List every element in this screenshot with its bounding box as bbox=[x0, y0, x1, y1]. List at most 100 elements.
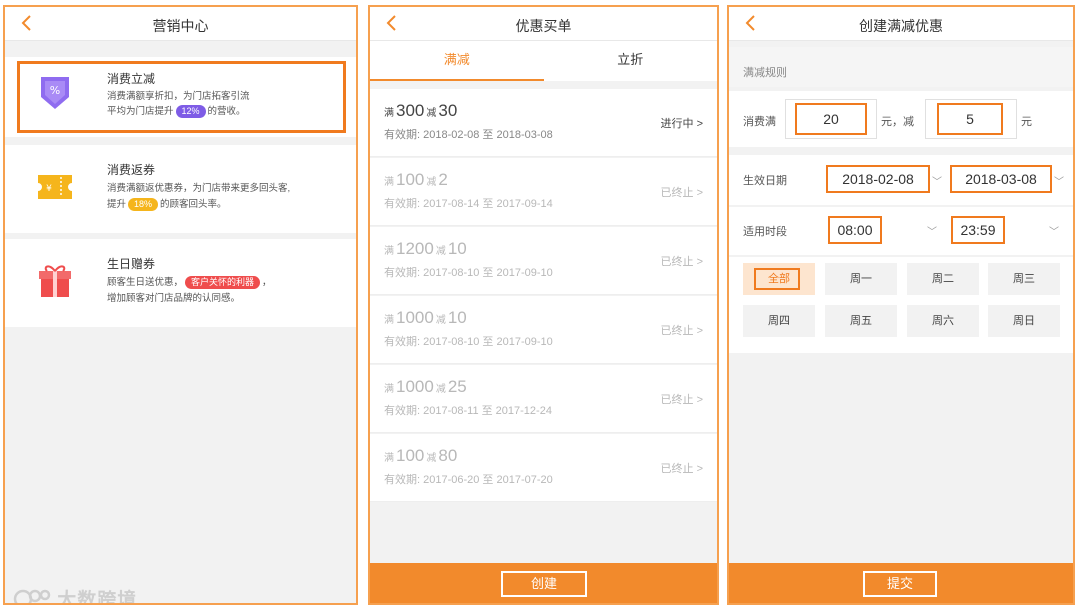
rule-row: 消费满 20 元，减 5 元 bbox=[729, 91, 1073, 147]
card-title: 生日赠券 bbox=[107, 257, 156, 271]
day-tue-chip[interactable]: 周二 bbox=[907, 263, 979, 295]
coupon-validity: 有效期: 2017-08-10 至 2017-09-10 bbox=[384, 336, 553, 348]
card-desc-line1: 顾客生日送优惠， 客户关怀的利器， bbox=[107, 275, 272, 290]
page-title: 优惠买单 bbox=[515, 18, 572, 34]
day-wed-chip[interactable]: 周三 bbox=[988, 263, 1060, 295]
tab-direct-discount[interactable]: 立折 bbox=[544, 41, 718, 81]
card-desc-line2: 提升 18% 的顾客回头率。 bbox=[107, 197, 227, 212]
date-row: 生效日期 2018-02-08 ﹀ 2018-03-08 ﹀ bbox=[729, 155, 1073, 205]
chevron-down-icon: ﹀ bbox=[927, 227, 937, 238]
desc-text: 顾客生日送优惠， bbox=[107, 277, 184, 288]
highlight-frame bbox=[17, 61, 346, 133]
card-consume-coupon[interactable]: ¥ 消费返券 消费满额返优惠券，为门店带来更多回头客, 提升 18% 的顾客回头率。 bbox=[5, 145, 356, 233]
nav-bar: 优惠买单 bbox=[370, 7, 717, 41]
rule-minus-amount: 10 bbox=[447, 239, 467, 258]
rule-label: 满 bbox=[384, 177, 394, 188]
coupon-validity: 有效期: 2018-02-08 至 2018-03-08 bbox=[384, 129, 553, 141]
coupon-status: 已终止 > bbox=[660, 325, 703, 337]
coupon-rule: 满 300 减 30 bbox=[384, 101, 459, 121]
coupon-row[interactable]: 满 1000 减 25 有效期: 2017-08-11 至 2017-12-24 已终… bbox=[370, 365, 717, 433]
card-desc-line1: 消费满额返优惠券，为门店带来更多回头客, bbox=[107, 183, 291, 194]
coupon-status: 进行中 > bbox=[660, 118, 703, 130]
watermark-text: 大数跨境 bbox=[57, 590, 138, 605]
create-button[interactable]: 创建 bbox=[501, 571, 587, 597]
day-sat-chip[interactable]: 周六 bbox=[907, 305, 979, 337]
spend-amount-input[interactable]: 20 bbox=[795, 103, 867, 135]
start-time-select[interactable]: 08:00 bbox=[828, 216, 882, 244]
watermark-logo-icon bbox=[13, 589, 51, 603]
page-title: 创建满减优惠 bbox=[859, 18, 943, 34]
nav-bar: 营销中心 bbox=[5, 7, 356, 41]
coupon-rule: 满 1200 减 10 bbox=[384, 239, 469, 259]
coupon-validity: 有效期: 2017-08-11 至 2017-12-24 bbox=[384, 405, 552, 417]
gift-icon bbox=[39, 265, 71, 297]
rule-minus-amount: 25 bbox=[447, 377, 467, 396]
nav-bar: 创建满减优惠 bbox=[729, 7, 1073, 41]
coupon-status: 已终止 > bbox=[660, 394, 703, 406]
rule-minus-amount: 10 bbox=[447, 308, 467, 327]
coupon-rule: 满 100 减 2 bbox=[384, 170, 450, 190]
day-fri-chip[interactable]: 周五 bbox=[825, 305, 897, 337]
unit-label: 元 bbox=[1021, 116, 1032, 128]
rule-full-amount: 100 bbox=[396, 170, 425, 189]
bottom-bar: 提交 bbox=[729, 563, 1073, 603]
coupon-validity: 有效期: 2017-06-20 至 2017-07-20 bbox=[384, 474, 553, 486]
coupon-row[interactable]: 满 1000 减 10 有效期: 2017-08-10 至 2017-09-10 已终… bbox=[370, 296, 717, 364]
rule-label: 满 bbox=[384, 108, 394, 119]
coupon-row[interactable]: 满 300 减 30 有效期: 2018-02-08 至 2018-03-08 进行中… bbox=[370, 89, 717, 157]
rule-full-amount: 100 bbox=[396, 446, 425, 465]
rule-full-amount: 1000 bbox=[396, 308, 434, 327]
desc-text: 的顾客回头率。 bbox=[160, 199, 227, 210]
spend-label: 消费满 bbox=[743, 116, 776, 128]
coupon-validity: 有效期: 2017-08-10 至 2017-09-10 bbox=[384, 267, 553, 279]
rule-full-amount: 1200 bbox=[396, 239, 434, 258]
svg-text:¥: ¥ bbox=[46, 184, 52, 194]
marketing-center-screen: 营销中心 % 消费立减 消费满额享折扣，为门店拓客引流 平均为门店提升 12% 的营… bbox=[3, 5, 358, 605]
submit-button[interactable]: 提交 bbox=[863, 571, 937, 597]
rule-label: 满 bbox=[384, 315, 394, 326]
ticket-icon: ¥ bbox=[38, 175, 72, 199]
mid-label: 元，减 bbox=[881, 116, 914, 128]
coupon-row[interactable]: 满 100 减 80 有效期: 2017-06-20 至 2017-07-20 已终止… bbox=[370, 434, 717, 502]
tab-full-reduction[interactable]: 满减 bbox=[370, 41, 544, 81]
chevron-down-icon: ﹀ bbox=[1054, 177, 1064, 188]
start-date-select[interactable]: 2018-02-08 bbox=[826, 165, 930, 193]
rule-label: 减 bbox=[426, 108, 437, 119]
day-sun-chip[interactable]: 周日 bbox=[988, 305, 1060, 337]
desc-text: ， bbox=[262, 277, 272, 288]
coupon-row[interactable]: 满 1200 减 10 有效期: 2017-08-10 至 2017-09-10 已终… bbox=[370, 227, 717, 295]
rule-minus-amount: 2 bbox=[438, 170, 448, 189]
chevron-down-icon: ﹀ bbox=[1049, 227, 1059, 238]
card-desc-line2: 增加顾客对门店品牌的认同感。 bbox=[107, 293, 241, 304]
chevron-down-icon: ﹀ bbox=[932, 177, 942, 188]
rule-minus-amount: 30 bbox=[438, 101, 458, 120]
page-title: 营销中心 bbox=[152, 18, 209, 34]
discount-payment-screen: 优惠买单 满减 立折 满 300 减 30 有效期: 2018-02-08 至 201… bbox=[368, 5, 719, 605]
rule-label: 减 bbox=[435, 315, 446, 326]
rule-label: 满 bbox=[384, 453, 394, 464]
end-date-select[interactable]: 2018-03-08 bbox=[950, 165, 1052, 193]
bottom-bar: 创建 bbox=[370, 563, 717, 603]
end-time-select[interactable]: 23:59 bbox=[951, 216, 1005, 244]
section-title: 满减规则 bbox=[743, 67, 787, 79]
day-mon-chip[interactable]: 周一 bbox=[825, 263, 897, 295]
minus-amount-input[interactable]: 5 bbox=[937, 103, 1003, 135]
coupon-status: 已终止 > bbox=[660, 187, 703, 199]
coupon-validity: 有效期: 2017-08-14 至 2017-09-14 bbox=[384, 198, 553, 210]
rule-full-amount: 300 bbox=[396, 101, 425, 120]
day-thu-chip[interactable]: 周四 bbox=[743, 305, 815, 337]
coupon-rule: 满 1000 减 25 bbox=[384, 377, 469, 397]
tab-bar: 满减 立折 bbox=[370, 41, 717, 81]
rule-label: 减 bbox=[435, 384, 446, 395]
coupon-rule: 满 1000 减 10 bbox=[384, 308, 469, 328]
card-birthday-coupon[interactable]: 生日赠券 顾客生日送优惠， 客户关怀的利器， 增加顾客对门店品牌的认同感。 bbox=[5, 239, 356, 327]
coupon-row[interactable]: 满 100 减 2 有效期: 2017-08-14 至 2017-09-14 已终止 … bbox=[370, 158, 717, 226]
create-full-reduction-screen: 创建满减优惠 满减规则 消费满 20 元，减 5 元 生效日期 2018-02-… bbox=[727, 5, 1075, 605]
desc-text: 提升 bbox=[107, 199, 127, 210]
section-header: 满减规则 bbox=[729, 47, 1073, 87]
highlight-frame bbox=[754, 268, 800, 290]
highlight-pill: 客户关怀的利器 bbox=[185, 276, 261, 289]
rule-full-amount: 1000 bbox=[396, 377, 434, 396]
date-label: 生效日期 bbox=[743, 175, 787, 187]
card-title: 消费返券 bbox=[107, 163, 156, 177]
